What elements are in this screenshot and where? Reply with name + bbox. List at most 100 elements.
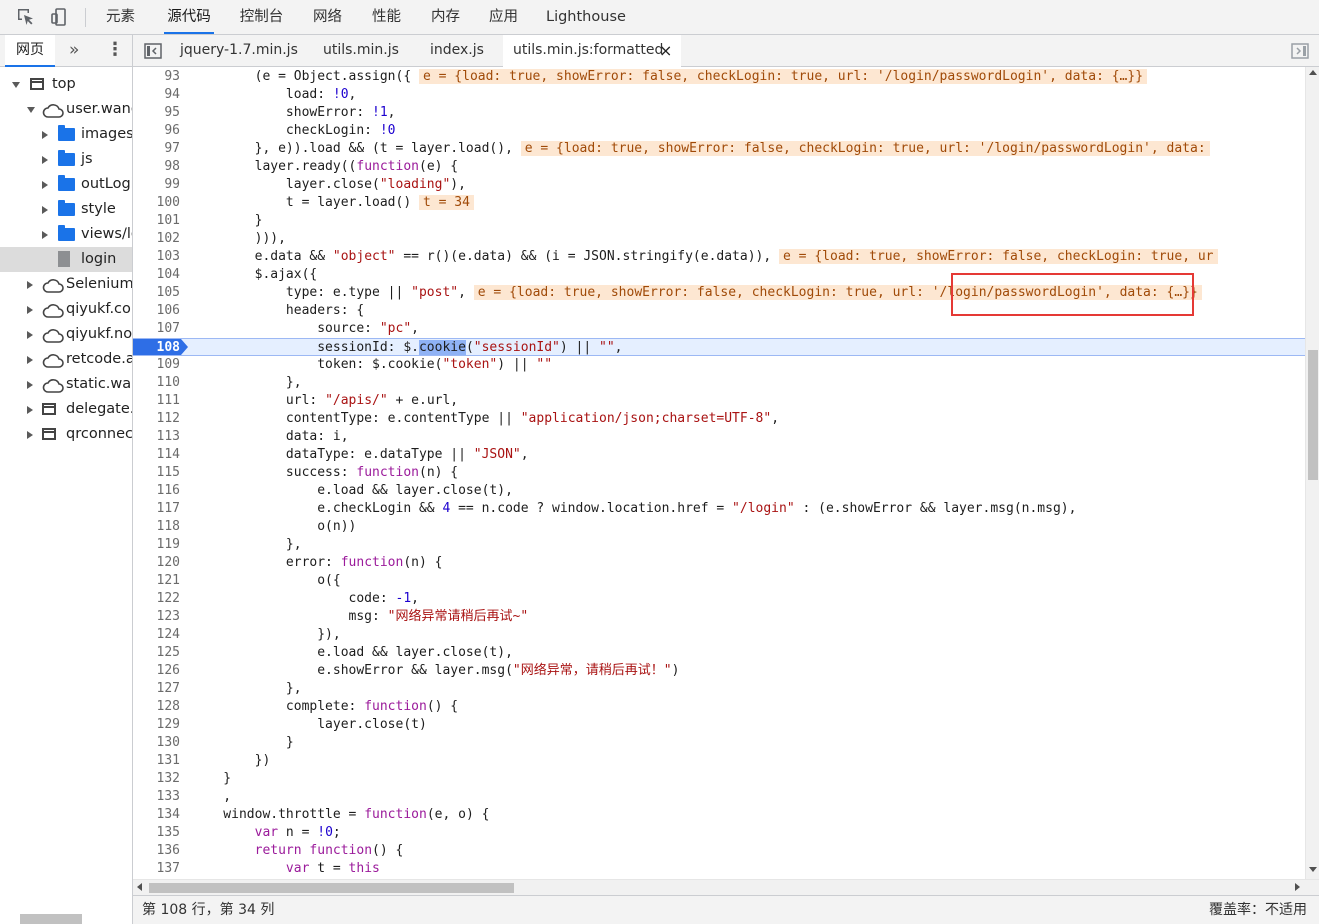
- expand-arrow-closed-icon[interactable]: [42, 181, 48, 189]
- code-line[interactable]: 134 window.throttle = function(e, o) {: [133, 806, 1305, 824]
- line-number[interactable]: 118: [135, 518, 180, 536]
- code-line[interactable]: 98 layer.ready((function(e) {: [133, 158, 1305, 176]
- device-toolbar-icon[interactable]: [50, 7, 70, 27]
- toggle-debugger-icon[interactable]: [1291, 42, 1309, 60]
- code-line[interactable]: 125 e.load && layer.close(t),: [133, 644, 1305, 662]
- expand-arrow-closed-icon[interactable]: [42, 156, 48, 164]
- expand-arrow-closed-icon[interactable]: [27, 431, 33, 439]
- tree-item[interactable]: images: [0, 122, 132, 147]
- line-number[interactable]: 110: [135, 374, 180, 392]
- line-number[interactable]: 133: [135, 788, 180, 806]
- line-number[interactable]: 114: [135, 446, 180, 464]
- code-line[interactable]: 118 o(n)): [133, 518, 1305, 536]
- tree-item[interactable]: views/lo: [0, 222, 132, 247]
- line-number[interactable]: 93: [135, 68, 180, 86]
- code-line[interactable]: 131 }): [133, 752, 1305, 770]
- code-line[interactable]: 113 data: i,: [133, 428, 1305, 446]
- code-line[interactable]: 130 }: [133, 734, 1305, 752]
- code-line[interactable]: 96 checkLogin: !0: [133, 122, 1305, 140]
- tab-2[interactable]: 控制台: [237, 0, 286, 34]
- tab-5[interactable]: 内存: [429, 0, 462, 34]
- tree-item[interactable]: user.wang: [0, 97, 132, 122]
- line-number[interactable]: 94: [135, 86, 180, 104]
- code-line[interactable]: 119 },: [133, 536, 1305, 554]
- expand-arrow-closed-icon[interactable]: [27, 356, 33, 364]
- code-line[interactable]: 129 layer.close(t): [133, 716, 1305, 734]
- tab-6[interactable]: 应用: [487, 0, 520, 34]
- line-number[interactable]: 131: [135, 752, 180, 770]
- code-line[interactable]: 116 e.load && layer.close(t),: [133, 482, 1305, 500]
- line-number[interactable]: 135: [135, 824, 180, 842]
- tree-item[interactable]: Selenium: [0, 272, 132, 297]
- line-number[interactable]: 108: [135, 339, 180, 357]
- code-line[interactable]: 110 },: [133, 374, 1305, 392]
- tab-7[interactable]: Lighthouse: [546, 0, 626, 34]
- tree-item[interactable]: style: [0, 197, 132, 222]
- line-number[interactable]: 109: [135, 356, 180, 374]
- expand-arrow-closed-icon[interactable]: [42, 206, 48, 214]
- code-line[interactable]: 107 source: "pc",: [133, 320, 1305, 338]
- tree-item[interactable]: qrconnect: [0, 422, 132, 447]
- line-number[interactable]: 117: [135, 500, 180, 518]
- tree-item[interactable]: delegate.h: [0, 397, 132, 422]
- code-line[interactable]: 95 showError: !1,: [133, 104, 1305, 122]
- line-number[interactable]: 113: [135, 428, 180, 446]
- scroll-right-arrow-icon[interactable]: [1295, 883, 1300, 891]
- line-number[interactable]: 115: [135, 464, 180, 482]
- expand-arrow-open-icon[interactable]: [27, 107, 35, 113]
- line-number[interactable]: 101: [135, 212, 180, 230]
- line-number[interactable]: 136: [135, 842, 180, 860]
- navigator-scroll-thumb[interactable]: [20, 914, 82, 924]
- file-tab[interactable]: jquery-1.7.min.js: [170, 35, 300, 66]
- code-line[interactable]: 94 load: !0,: [133, 86, 1305, 104]
- line-number[interactable]: 106: [135, 302, 180, 320]
- tab-4[interactable]: 性能: [370, 0, 403, 34]
- line-number[interactable]: 129: [135, 716, 180, 734]
- line-number[interactable]: 104: [135, 266, 180, 284]
- tree-item[interactable]: qiyukf.com: [0, 297, 132, 322]
- line-number[interactable]: 95: [135, 104, 180, 122]
- file-tab[interactable]: index.js: [420, 35, 490, 66]
- tab-0[interactable]: 元素: [104, 0, 137, 34]
- code-line[interactable]: 124 }),: [133, 626, 1305, 644]
- code-line[interactable]: 126 e.showError && layer.msg("网络异常，请稍后再试…: [133, 662, 1305, 680]
- line-number[interactable]: 105: [135, 284, 180, 302]
- code-line[interactable]: 123 msg: "网络异常请稍后再试~": [133, 608, 1305, 626]
- tab-1[interactable]: 源代码: [164, 0, 214, 34]
- code-line[interactable]: 122 code: -1,: [133, 590, 1305, 608]
- line-number[interactable]: 126: [135, 662, 180, 680]
- horizontal-scrollbar[interactable]: [133, 879, 1319, 895]
- tree-item[interactable]: retcode.al: [0, 347, 132, 372]
- line-number[interactable]: 132: [135, 770, 180, 788]
- toggle-navigator-icon[interactable]: [144, 42, 162, 60]
- code-line[interactable]: 132 }: [133, 770, 1305, 788]
- expand-arrow-open-icon[interactable]: [12, 82, 20, 88]
- line-number[interactable]: 120: [135, 554, 180, 572]
- tab-3[interactable]: 网络: [311, 0, 344, 34]
- expand-arrow-closed-icon[interactable]: [42, 231, 48, 239]
- tree-item[interactable]: static.wan: [0, 372, 132, 397]
- tree-item[interactable]: login: [0, 247, 132, 272]
- tree-item[interactable]: qiyukf.nos: [0, 322, 132, 347]
- navigator-menu-icon[interactable]: ⋮: [106, 35, 124, 65]
- line-number[interactable]: 98: [135, 158, 180, 176]
- coverage-status[interactable]: 覆盖率：不适用: [1209, 896, 1307, 924]
- expand-arrow-closed-icon[interactable]: [27, 281, 33, 289]
- expand-arrow-closed-icon[interactable]: [27, 306, 33, 314]
- line-number[interactable]: 102: [135, 230, 180, 248]
- expand-arrow-closed-icon[interactable]: [42, 131, 48, 139]
- tree-item[interactable]: js: [0, 147, 132, 172]
- code-editor[interactable]: 93 (e = Object.assign({ e = {load: true,…: [133, 67, 1305, 879]
- file-tab[interactable]: utils.min.js: [313, 35, 407, 66]
- navigator-tab-page[interactable]: 网页: [5, 35, 55, 67]
- code-line[interactable]: 133 ,: [133, 788, 1305, 806]
- scroll-up-arrow-icon[interactable]: [1309, 70, 1317, 75]
- line-number[interactable]: 107: [135, 320, 180, 338]
- line-number[interactable]: 130: [135, 734, 180, 752]
- line-number[interactable]: 123: [135, 608, 180, 626]
- code-line[interactable]: 101 }: [133, 212, 1305, 230]
- line-number[interactable]: 125: [135, 644, 180, 662]
- line-number[interactable]: 121: [135, 572, 180, 590]
- line-number[interactable]: 112: [135, 410, 180, 428]
- scroll-left-arrow-icon[interactable]: [137, 883, 142, 891]
